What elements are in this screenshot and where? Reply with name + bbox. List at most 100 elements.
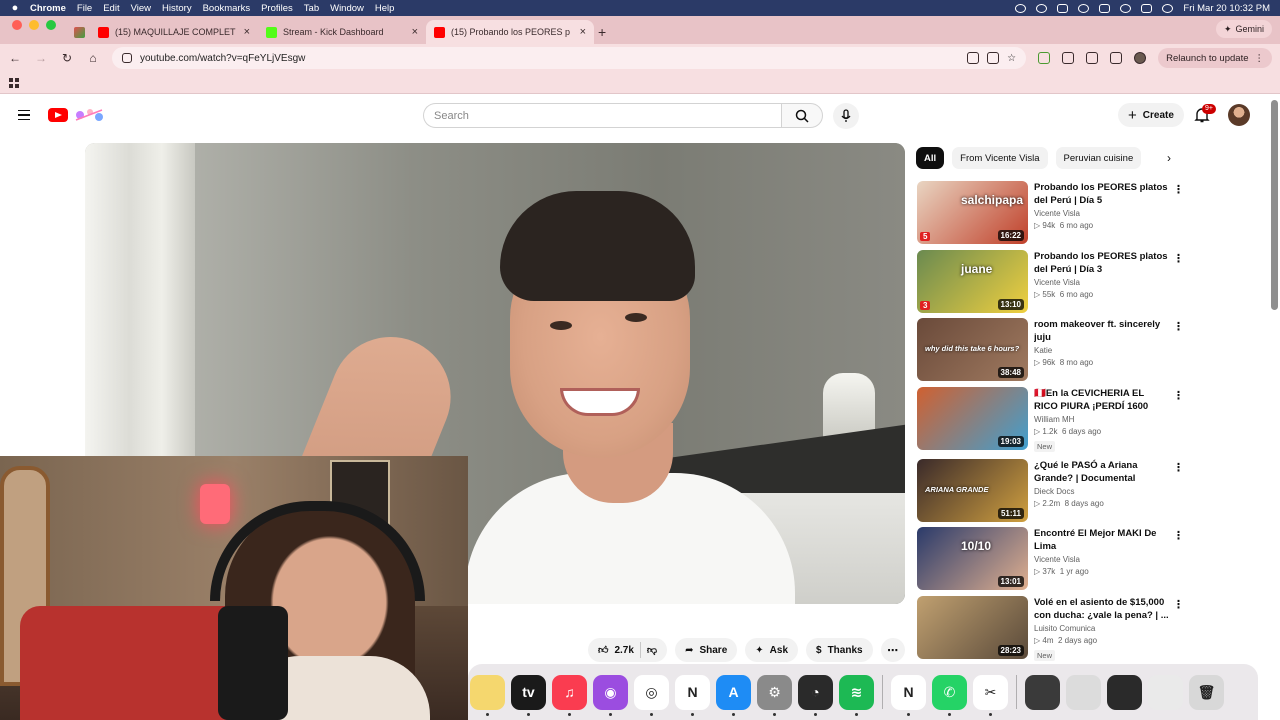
recommendation-item[interactable]: salchipapa 5 16:22 Probando los PEORES plat… — [917, 181, 1187, 245]
window-thumb-1-icon[interactable] — [1025, 674, 1060, 710]
news-icon[interactable]: N — [675, 674, 710, 716]
capcut-icon[interactable]: ✂ — [973, 674, 1008, 716]
ask-button[interactable]: ✦ Ask — [745, 638, 799, 662]
video-thumbnail[interactable]: 19:03 — [917, 387, 1028, 450]
extensions-puzzle-icon[interactable] — [1062, 52, 1075, 64]
thumbs-up-icon[interactable]: 👍︎ — [598, 644, 608, 656]
recommendation-item[interactable]: why did this take 6 hours? 38:48 room make… — [917, 318, 1187, 382]
recommendation-title[interactable]: room makeover ft. sincerely juju — [1034, 318, 1170, 344]
translate-icon[interactable] — [967, 52, 980, 64]
apps-grid-icon[interactable] — [9, 78, 19, 88]
video-thumbnail[interactable]: juane 3 13:10 — [917, 250, 1028, 313]
doodle-icon[interactable] — [72, 106, 106, 124]
tab-probando-active[interactable]: (15) Probando los PEORES p × — [426, 20, 594, 44]
recommendation-channel[interactable]: Vicente Visla — [1034, 209, 1170, 218]
clock[interactable]: Fri Mar 20 10:32 PM — [1183, 3, 1270, 14]
address-bar[interactable]: youtube.com/watch?v=qFeYLjVEsgw ☆ — [112, 47, 1027, 69]
recommendation-title[interactable]: Encontré El Mejor MAKI De Lima — [1034, 527, 1170, 553]
gemini-button[interactable]: ✦ Gemini — [1215, 20, 1272, 38]
recommendation-title[interactable]: Probando los PEORES platos del Perú | Dí… — [1034, 250, 1170, 276]
zoom-window-button[interactable] — [46, 20, 56, 30]
notes-icon[interactable] — [470, 674, 505, 716]
window-thumb-4-icon[interactable] — [1148, 674, 1183, 710]
youtube-logo-icon[interactable] — [48, 108, 68, 122]
recommendation-title[interactable]: Volé en el asiento de $15,000 con ducha:… — [1034, 596, 1170, 622]
search-input[interactable]: Search — [423, 103, 781, 128]
more-options-icon[interactable]: ⋮ — [1173, 252, 1184, 265]
recommendation-channel[interactable]: Luisito Comunica — [1034, 624, 1170, 633]
more-actions-icon[interactable]: ⋯ — [880, 638, 905, 662]
recommendation-item[interactable]: 19:03 🇵🇪En la CEVICHERIA EL RICO PIURA ¡P… — [917, 387, 1187, 452]
site-info-icon[interactable] — [122, 53, 132, 63]
page-scrollbar[interactable] — [1271, 100, 1278, 310]
whatsapp-icon[interactable]: ✆ — [932, 674, 967, 716]
menu-file[interactable]: File — [77, 3, 101, 14]
search-button[interactable] — [781, 103, 823, 128]
recommendation-channel[interactable]: Vicente Visla — [1034, 555, 1170, 564]
more-options-icon[interactable]: ⋮ — [1173, 389, 1184, 402]
reload-icon[interactable]: ↻ — [60, 51, 74, 65]
system-settings-icon[interactable]: ⚙ — [757, 674, 792, 716]
recommendation-channel[interactable]: William MH — [1034, 415, 1170, 424]
voice-search-button[interactable] — [833, 103, 859, 129]
podcasts-icon[interactable]: ◉ — [593, 674, 628, 716]
close-tab-icon[interactable]: × — [412, 26, 418, 38]
obs-icon[interactable]: ◔ — [798, 674, 833, 716]
hamburger-menu-icon[interactable] — [18, 110, 30, 120]
control-center-icon[interactable] — [1141, 3, 1153, 13]
recommendation-title[interactable]: 🇵🇪En la CEVICHERIA EL RICO PIURA ¡PERDÍ … — [1034, 387, 1170, 413]
menu-window[interactable]: Window — [330, 3, 373, 14]
apple-tv-icon[interactable]: tv — [511, 674, 546, 716]
create-button[interactable]: + Create — [1118, 103, 1184, 127]
menu-help[interactable]: Help — [375, 3, 404, 14]
minimize-window-button[interactable] — [29, 20, 39, 30]
relaunch-update-button[interactable]: Relaunch to update ⋮ — [1158, 48, 1272, 68]
forward-arrow-icon[interactable]: → — [34, 51, 48, 65]
wifi-icon[interactable] — [1099, 3, 1111, 13]
bookmark-star-icon[interactable]: ☆ — [1007, 53, 1016, 64]
window-thumb-3-icon[interactable] — [1107, 674, 1142, 710]
chip-all[interactable]: All — [916, 147, 945, 169]
like-count[interactable]: 2.7k — [614, 645, 633, 656]
recommendation-item[interactable]: juane 3 13:10 Probando los PEORES platos de… — [917, 250, 1187, 314]
video-thumbnail[interactable]: 28:23 — [917, 596, 1028, 659]
back-arrow-icon[interactable]: ← — [8, 51, 22, 65]
recommendation-title[interactable]: ¿Qué le PASÓ a Ariana Grande? | Document… — [1034, 459, 1170, 485]
extension-green-icon[interactable] — [1038, 52, 1051, 64]
apple-menu-icon[interactable]: ● — [0, 2, 30, 14]
sidebar-icon[interactable] — [1086, 52, 1099, 64]
thumbs-down-icon[interactable]: 👎︎ — [647, 644, 657, 656]
close-window-button[interactable] — [12, 20, 22, 30]
thanks-button[interactable]: $ Thanks — [806, 638, 873, 662]
battery-icon[interactable] — [1057, 3, 1069, 13]
share-button[interactable]: ➦ Share — [675, 638, 738, 662]
video-thumbnail[interactable]: ARIANA GRANDE 51:11 — [917, 459, 1028, 522]
app-store-icon[interactable]: A — [716, 674, 751, 716]
account-avatar[interactable] — [1228, 104, 1250, 126]
more-options-icon[interactable]: ⋮ — [1173, 183, 1184, 196]
media-queue-icon[interactable] — [1110, 52, 1123, 64]
trash-icon[interactable]: 🗑 — [1189, 674, 1224, 710]
chip-from-vicente-visla[interactable]: From Vicente Visla — [952, 147, 1048, 169]
chrome-icon[interactable]: ◎ — [634, 674, 669, 716]
more-options-icon[interactable]: ⋮ — [1173, 598, 1184, 611]
tab-maquillaje[interactable]: (15) MAQUILLAJE COMPLET × — [90, 20, 258, 44]
menu-app-name[interactable]: Chrome — [30, 3, 75, 14]
spotify-icon[interactable]: ≋ — [839, 674, 874, 716]
video-thumbnail[interactable]: salchipapa 5 16:22 — [917, 181, 1028, 244]
close-tab-icon[interactable]: × — [580, 26, 586, 38]
cast-icon[interactable] — [987, 52, 1000, 64]
play-icon[interactable] — [1078, 3, 1090, 13]
menu-bookmarks[interactable]: Bookmarks — [203, 3, 260, 14]
menu-tab[interactable]: Tab — [304, 3, 328, 14]
video-thumbnail[interactable]: 10/10 13:01 — [917, 527, 1028, 590]
close-tab-icon[interactable]: × — [244, 26, 250, 38]
recommendation-item[interactable]: 28:23 Volé en el asiento de $15,000 con d… — [917, 596, 1187, 661]
menu-profiles[interactable]: Profiles — [261, 3, 302, 14]
chip-peruvian-cuisine[interactable]: Peruvian cuisine — [1055, 147, 1142, 169]
search-spotlight-icon[interactable] — [1120, 3, 1132, 13]
siri-icon[interactable] — [1162, 3, 1174, 13]
chevron-right-icon[interactable]: › — [1158, 147, 1180, 169]
url-text[interactable]: youtube.com/watch?v=qFeYLjVEsgw — [140, 53, 959, 64]
recommendation-channel[interactable]: Vicente Visla — [1034, 278, 1170, 287]
